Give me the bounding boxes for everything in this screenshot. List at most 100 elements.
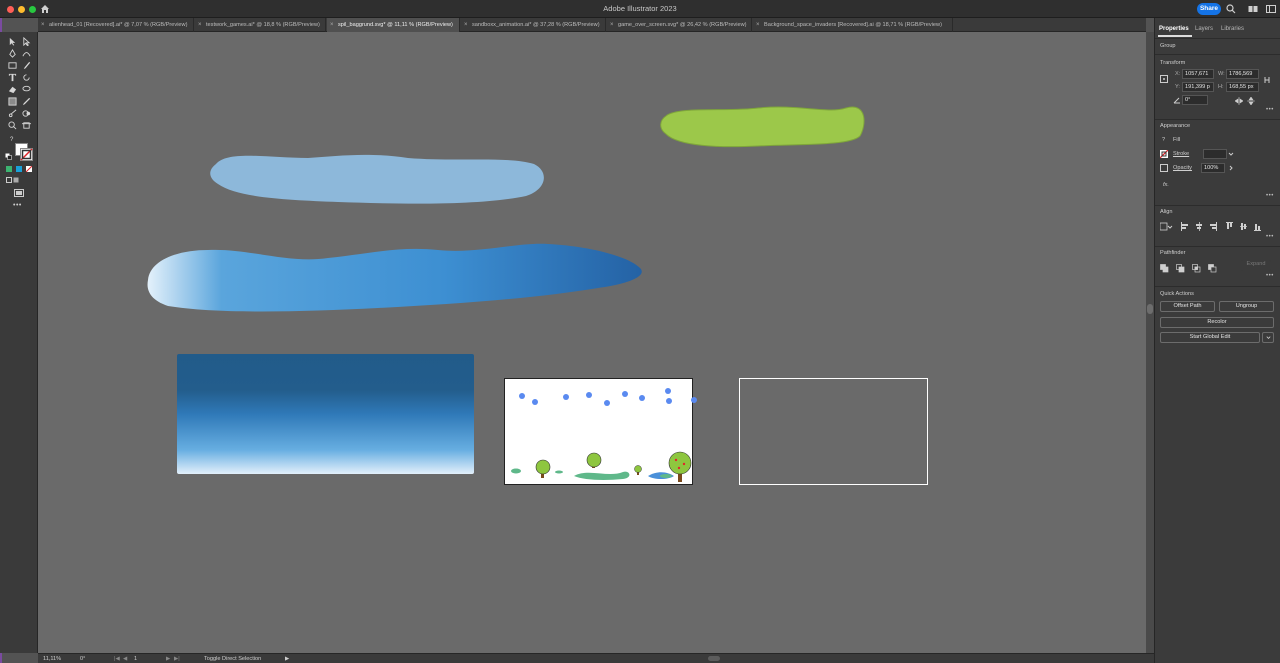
chevron-down-icon xyxy=(1266,336,1271,339)
appearance-more-options-button[interactable]: ••• xyxy=(1266,193,1274,199)
workspace-switcher-icon[interactable] xyxy=(1266,4,1276,14)
none-mode-icon[interactable] xyxy=(26,166,32,172)
fill-unknown-icon[interactable]: ? xyxy=(10,137,13,143)
green-cloud-shape[interactable] xyxy=(660,106,865,148)
rotate-tool-icon[interactable] xyxy=(22,73,31,82)
constrain-proportions-icon[interactable] xyxy=(1263,76,1271,84)
divider xyxy=(1155,246,1280,247)
vertical-scrollbar[interactable] xyxy=(1146,32,1154,653)
default-colors-icon[interactable] xyxy=(5,153,12,160)
divider xyxy=(1155,205,1280,206)
empty-artboard[interactable] xyxy=(739,378,928,485)
expand-button[interactable]: Expand xyxy=(1241,260,1271,271)
tab-layers[interactable]: Layers xyxy=(1195,26,1213,32)
close-tab-icon[interactable]: × xyxy=(464,18,468,32)
color-mode-icon[interactable] xyxy=(6,166,12,172)
game-scene-artboard[interactable] xyxy=(504,378,698,485)
reference-point-icon[interactable] xyxy=(1160,75,1168,83)
status-bar: 11,11% 0° |◀ ◀ 1 ▶ ▶| Toggle Direct Sele… xyxy=(38,653,1154,663)
search-icon[interactable] xyxy=(1226,4,1236,14)
stroke-weight-field[interactable] xyxy=(1203,149,1227,159)
artboard-tool-icon[interactable] xyxy=(22,121,31,130)
arrange-documents-icon[interactable] xyxy=(1248,4,1258,14)
flip-horizontal-icon[interactable] xyxy=(1235,97,1243,105)
tool-hint-text: Toggle Direct Selection xyxy=(204,656,262,662)
next-artboard-button[interactable]: ▶ xyxy=(166,656,170,662)
horizontal-scrollbar-thumb[interactable] xyxy=(708,656,720,661)
paintbrush-tool-icon[interactable] xyxy=(22,61,31,70)
align-buttons-row xyxy=(1160,222,1261,231)
scrollbar-thumb[interactable] xyxy=(1147,304,1153,314)
x-field[interactable]: 1057,671 xyxy=(1182,69,1214,79)
tools-panel: ? ••• xyxy=(0,32,38,653)
stroke-swatch-icon[interactable] xyxy=(1160,150,1168,158)
tab-properties[interactable]: Properties xyxy=(1159,26,1189,32)
opacity-label[interactable]: Opacity xyxy=(1173,165,1192,171)
fill-unknown-icon[interactable]: ? xyxy=(1162,137,1165,143)
close-tab-icon[interactable]: × xyxy=(41,18,45,32)
tab-testwork-games[interactable]: × testwork_games.ai* @ 18,8 % (RGB/Previ… xyxy=(195,18,326,32)
eyedropper-tool-icon[interactable] xyxy=(22,97,31,106)
fill-stroke-swatch-icon[interactable] xyxy=(15,143,33,161)
align-more-options-button[interactable]: ••• xyxy=(1266,234,1274,240)
close-tab-icon[interactable]: × xyxy=(198,18,202,32)
scissors-tool-icon[interactable] xyxy=(8,109,17,118)
curvature-tool-icon[interactable] xyxy=(22,49,31,58)
shape-builder-tool-icon[interactable] xyxy=(22,109,31,118)
w-field[interactable]: 1786,569 xyxy=(1226,69,1259,79)
pen-tool-icon[interactable] xyxy=(8,49,17,58)
share-button[interactable]: Share xyxy=(1197,3,1221,15)
global-edit-options-button[interactable] xyxy=(1262,332,1274,343)
ungroup-button[interactable]: Ungroup xyxy=(1219,301,1274,312)
lasso-tool-icon[interactable] xyxy=(22,85,31,94)
tab-game-over-screen[interactable]: × game_over_screen.svg* @ 26,42 % (RGB/P… xyxy=(607,18,752,32)
gradient-cloud-shape[interactable] xyxy=(147,243,642,312)
recolor-button[interactable]: Recolor xyxy=(1160,317,1274,328)
tab-label: testwork_games.ai* @ 18,8 % (RGB/Preview… xyxy=(206,22,320,28)
tab-alienhead[interactable]: × alienhead_01 [Recovered].ai* @ 7,07 % … xyxy=(38,18,194,32)
type-tool-icon[interactable] xyxy=(8,73,17,82)
selection-tool-icon[interactable] xyxy=(8,37,17,46)
previous-artboard-button[interactable]: ◀ xyxy=(123,656,127,662)
pathfinder-more-options-button[interactable]: ••• xyxy=(1266,273,1274,279)
tab-libraries[interactable]: Libraries xyxy=(1221,26,1244,32)
gradient-mode-icon[interactable] xyxy=(16,166,22,172)
pathfinder-buttons-row[interactable] xyxy=(1160,264,1220,273)
opacity-field[interactable]: 100% xyxy=(1201,163,1225,173)
status-menu-arrow[interactable]: ▶ xyxy=(285,656,289,662)
artwork-canvas[interactable] xyxy=(38,32,1146,653)
chevron-right-icon[interactable] xyxy=(1227,164,1235,172)
y-field[interactable]: 191,399 p xyxy=(1182,82,1214,92)
sky-gradient-rectangle[interactable] xyxy=(177,354,474,474)
close-tab-icon[interactable]: × xyxy=(610,18,614,32)
tab-background-space-invaders[interactable]: × Background_space_invaders [Recovered].… xyxy=(753,18,953,32)
close-tab-icon[interactable]: × xyxy=(756,18,760,32)
flip-vertical-icon[interactable] xyxy=(1247,97,1255,105)
tab-spil-baggrund[interactable]: × spil_baggrund.svg* @ 11,11 % (RGB/Prev… xyxy=(327,18,460,32)
rotation-angle-field[interactable]: 0° xyxy=(1182,95,1208,105)
close-tab-icon[interactable]: × xyxy=(330,18,334,32)
chevron-down-icon[interactable] xyxy=(1227,150,1235,158)
light-blue-cloud-shape[interactable] xyxy=(210,154,544,204)
stroke-label[interactable]: Stroke xyxy=(1173,151,1189,157)
first-artboard-button[interactable]: |◀ xyxy=(114,656,120,662)
h-field[interactable]: 168,55 px xyxy=(1226,82,1259,92)
effects-button[interactable]: fx. xyxy=(1163,182,1169,188)
screen-mode-icon[interactable] xyxy=(14,189,24,197)
offset-path-button[interactable]: Offset Path xyxy=(1160,301,1215,312)
direct-selection-tool-icon[interactable] xyxy=(22,37,31,46)
transform-more-options-button[interactable]: ••• xyxy=(1266,107,1274,113)
last-artboard-button[interactable]: ▶| xyxy=(174,656,180,662)
x-label: X: xyxy=(1175,71,1181,77)
gradient-tool-icon[interactable] xyxy=(8,97,17,106)
rectangle-tool-icon[interactable] xyxy=(8,61,17,70)
edit-toolbar-icon[interactable]: ••• xyxy=(13,202,22,209)
zoom-level-field[interactable]: 11,11% xyxy=(43,656,61,662)
drawing-modes-icon[interactable] xyxy=(6,177,24,184)
tab-sandboxx-animation[interactable]: × sandboxx_animation.ai* @ 37,28 % (RGB/… xyxy=(461,18,606,32)
rotation-field[interactable]: 0° xyxy=(80,656,85,662)
zoom-tool-icon[interactable] xyxy=(8,121,17,130)
eraser-tool-icon[interactable] xyxy=(8,85,17,94)
start-global-edit-button[interactable]: Start Global Edit xyxy=(1160,332,1260,343)
artboard-number-field[interactable]: 1 xyxy=(134,656,137,662)
